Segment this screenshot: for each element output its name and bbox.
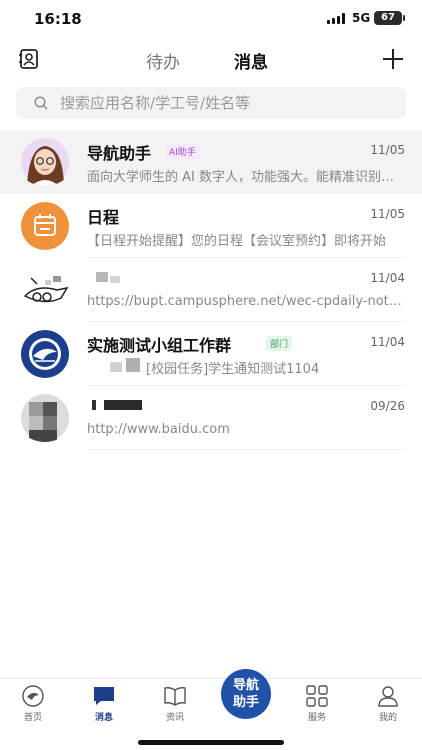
search-input[interactable]: [60, 87, 390, 119]
nav-messages[interactable]: 消息: [79, 685, 129, 723]
nav-news[interactable]: 资讯: [150, 685, 200, 723]
nav-mine[interactable]: 我的: [363, 685, 413, 723]
conversation-row[interactable]: 导航助手 AI助手 11/05 面向大学师生的 AI 数字人，功能强大。能精准识…: [0, 130, 422, 194]
contacts-icon[interactable]: [18, 48, 40, 70]
ai-assistant-badge: AI助手: [165, 144, 200, 159]
bottom-nav: 首页 消息 资讯 导航 助手 服务 我的: [0, 669, 422, 728]
message-icon: [94, 687, 114, 705]
conversation-preview: [校园任务]学生通知测试1104: [146, 362, 320, 377]
assistant-label-line2: 助手: [232, 695, 259, 710]
conversation-date: 11/05: [370, 207, 405, 221]
conversation-title: 日程: [87, 208, 120, 227]
conversation-date: 11/04: [370, 271, 405, 285]
assistant-button[interactable]: 导航 助手: [221, 669, 271, 719]
conversation-preview: 【日程开始提醒】您的日程【会议室预约】即将开始: [87, 234, 387, 249]
signal-icon: [327, 13, 347, 24]
nav-home-label: 首页: [23, 713, 42, 723]
status-bar: 16:18 5G 67: [0, 0, 422, 38]
row-divider: [87, 449, 405, 450]
book-icon: [164, 687, 186, 706]
grid-icon: [306, 685, 328, 707]
conversation-row[interactable]: 09/26 http://www.baidu.com: [0, 386, 422, 450]
conversation-list: 导航助手 AI助手 11/05 面向大学师生的 AI 数字人，功能强大。能精准识…: [0, 130, 422, 450]
home-indicator: [138, 740, 284, 745]
nav-news-label: 资讯: [165, 713, 184, 723]
calendar-avatar: [17, 202, 73, 250]
battery-icon: 67: [374, 11, 405, 25]
conversation-date: 11/04: [370, 335, 405, 349]
search-bar[interactable]: [16, 87, 406, 119]
tab-todo[interactable]: 待办: [146, 48, 180, 73]
nav-home[interactable]: 首页: [8, 685, 58, 723]
redacted-name: [92, 400, 96, 410]
ai-assistant-avatar: [17, 138, 73, 186]
university-logo-avatar: [17, 330, 73, 378]
person-icon: [378, 686, 398, 707]
school-logo-icon: [22, 685, 44, 707]
conversation-preview: http://www.baidu.com: [87, 422, 230, 437]
redacted-name: [96, 272, 108, 282]
search-icon: [34, 96, 48, 110]
conversation-date: 11/05: [370, 143, 405, 157]
nav-mine-label: 我的: [378, 713, 397, 723]
nav-services-label: 服务: [307, 713, 326, 723]
conversation-preview: https://bupt.campusphere.net/wec-cpdaily…: [87, 294, 405, 309]
conversation-row[interactable]: 11/04 https://bupt.campusphere.net/wec-c…: [0, 258, 422, 322]
header: 待办 消息: [0, 38, 422, 82]
status-time: 16:18: [34, 10, 82, 28]
conversation-date: 09/26: [370, 399, 405, 413]
nav-messages-label: 消息: [94, 713, 113, 723]
redacted-name: [104, 400, 142, 410]
redacted-sender: [110, 362, 122, 372]
add-icon[interactable]: [382, 48, 404, 70]
department-badge: 部门: [266, 336, 293, 351]
user-avatar: [17, 394, 73, 442]
nav-services[interactable]: 服务: [292, 685, 342, 723]
redacted-name: [110, 276, 120, 283]
redacted-sender: [126, 358, 140, 372]
tab-messages[interactable]: 消息: [234, 48, 268, 73]
network-type: 5G: [352, 11, 371, 25]
conversation-row[interactable]: 实施测试小组工作群 部门 11/04 [校园任务]学生通知测试1104: [0, 322, 422, 386]
conversation-title: 导航助手: [87, 144, 152, 163]
conversation-preview: 面向大学师生的 AI 数字人，功能强大。能精准识别和查询各类信息: [87, 170, 405, 185]
robot-avatar: [17, 266, 73, 314]
assistant-label-line1: 导航: [232, 678, 259, 693]
conversation-row[interactable]: 日程 11/05 【日程开始提醒】您的日程【会议室预约】即将开始: [0, 194, 422, 258]
conversation-title: 实施测试小组工作群: [87, 336, 232, 355]
